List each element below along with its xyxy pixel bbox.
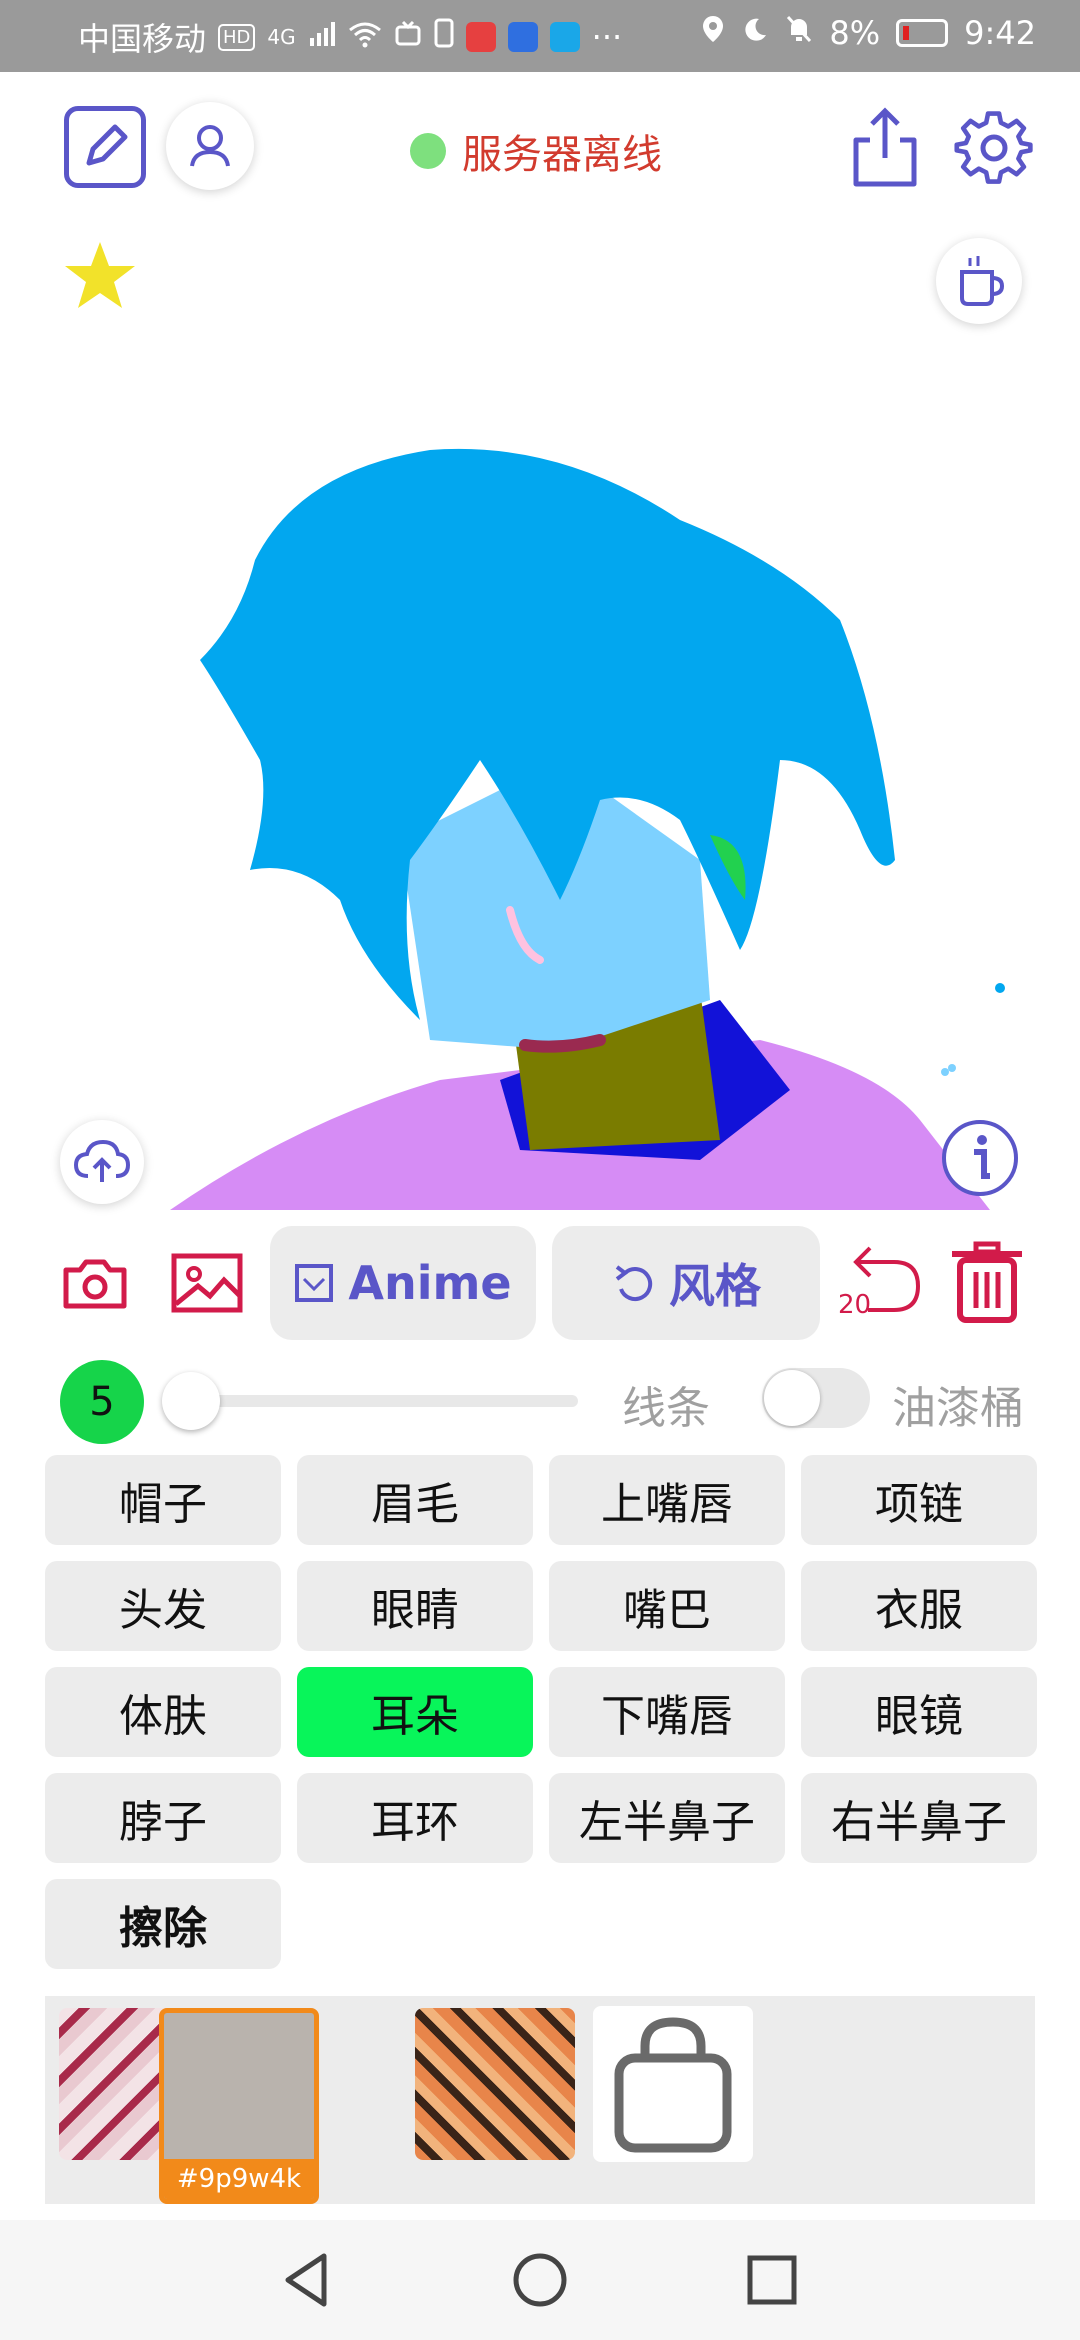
camera-button[interactable] [62, 1250, 128, 1316]
clear-button[interactable] [950, 1240, 1024, 1324]
nav-recents-button[interactable] [740, 2248, 804, 2312]
clock: 9:42 [964, 14, 1036, 52]
back-triangle-icon [285, 2253, 327, 2307]
fill-mode-toggle[interactable] [762, 1368, 870, 1428]
part-button-left-nose[interactable]: 左半鼻子 [549, 1773, 785, 1863]
baidu-app-icon [507, 22, 538, 52]
part-button-eyes[interactable]: 眼睛 [297, 1561, 533, 1651]
signal-icon [308, 18, 336, 56]
anime-button[interactable]: Anime [270, 1226, 536, 1340]
style-thumbnail-selected[interactable]: #9p9w4k [159, 2008, 319, 2204]
style-button[interactable]: 风格 [552, 1226, 820, 1340]
part-button-eyebrows[interactable]: 眉毛 [297, 1455, 533, 1545]
wifi-icon [348, 18, 382, 56]
pencil-icon [86, 124, 128, 166]
erase-button[interactable]: 擦除 [45, 1879, 281, 1969]
server-status: 服务器离线 [410, 122, 662, 180]
nav-home-button[interactable] [508, 2248, 572, 2312]
upload-button[interactable] [60, 1120, 144, 1204]
part-button-right-nose[interactable]: 右半鼻子 [801, 1773, 1037, 1863]
share-button[interactable] [848, 106, 922, 190]
part-button-hat[interactable]: 帽子 [45, 1455, 281, 1545]
book-app-icon [465, 22, 496, 52]
battery-icon [896, 19, 949, 47]
edit-button[interactable] [64, 106, 146, 188]
status-left: 中国移动 HD 4G ··· [78, 14, 622, 60]
network-label: 4G [267, 25, 296, 49]
recents-square-icon [747, 2255, 797, 2305]
part-button-earrings[interactable]: 耳环 [297, 1773, 533, 1863]
coffee-button[interactable] [936, 238, 1022, 324]
style-thumbnail-3[interactable] [415, 2008, 575, 2160]
part-button-clothes[interactable]: 衣服 [801, 1561, 1037, 1651]
selected-style-id: #9p9w4k [164, 2159, 314, 2199]
part-selector-grid: 帽子 眉毛 上嘴唇 项链 头发 眼睛 嘴巴 衣服 体肤 耳朵 下嘴唇 眼镜 脖子… [45, 1455, 1037, 1969]
system-nav-bar [0, 2220, 1080, 2340]
brush-size-slider-thumb[interactable] [162, 1372, 220, 1430]
fill-mode-toggle-knob [764, 1370, 820, 1426]
status-bar: 中国移动 HD 4G ··· 8% 9:42 [0, 0, 1080, 72]
gear-icon [954, 111, 1033, 184]
sim-icon [434, 18, 454, 56]
style-tray: #9p9w4k [45, 1996, 1035, 2204]
checkbox-icon [295, 1264, 334, 1302]
user-icon [190, 125, 230, 167]
user-button[interactable] [166, 102, 254, 190]
battery-percent: 8% [829, 14, 881, 52]
part-button-necklace[interactable]: 项链 [801, 1455, 1037, 1545]
drawing-canvas[interactable] [0, 360, 1080, 1210]
gallery-button[interactable] [170, 1250, 244, 1316]
part-button-lower-lip[interactable]: 下嘴唇 [549, 1667, 785, 1757]
line-mode-label: 线条 [622, 1383, 710, 1434]
settings-button[interactable] [954, 108, 1034, 188]
shopping-bag-icon [614, 2017, 732, 2153]
rotate-icon [615, 1265, 653, 1302]
drawing-artwork [170, 448, 1005, 1210]
home-circle-icon [513, 2253, 567, 2307]
nav-back-button[interactable] [276, 2248, 340, 2312]
info-button[interactable] [940, 1118, 1020, 1198]
info-icon [942, 1120, 1018, 1196]
server-status-dot [410, 133, 446, 169]
style-shop-button[interactable] [593, 2006, 753, 2162]
style-label: 风格 [669, 1259, 761, 1313]
tv-icon [394, 18, 422, 56]
bucket-mode-label: 油漆桶 [892, 1383, 1024, 1434]
status-right: 8% 9:42 [701, 14, 1036, 52]
part-button-hair[interactable]: 头发 [45, 1561, 281, 1651]
undo-count: 20 [838, 1290, 872, 1320]
share-icon [853, 107, 917, 187]
camera-icon [63, 1259, 127, 1309]
anime-label: Anime [348, 1256, 512, 1310]
more-indicator: ··· [591, 18, 623, 56]
part-button-skin[interactable]: 体肤 [45, 1667, 281, 1757]
part-button-neck[interactable]: 脖子 [45, 1773, 281, 1863]
part-button-ears[interactable]: 耳朵 [297, 1667, 533, 1757]
cloud-upload-icon [73, 1139, 131, 1182]
brush-size-badge: 5 [60, 1360, 144, 1444]
server-status-label: 服务器离线 [462, 132, 662, 178]
brush-size-slider[interactable] [172, 1395, 578, 1407]
trash-icon [952, 1241, 1022, 1323]
moon-icon [741, 14, 769, 52]
coffee-icon [960, 256, 1005, 306]
carrier-label: 中国移动 [78, 20, 207, 58]
part-button-upper-lip[interactable]: 上嘴唇 [549, 1455, 785, 1545]
bell-off-icon [785, 14, 813, 52]
search-app-icon [549, 22, 580, 52]
image-icon [171, 1253, 243, 1313]
location-icon [701, 14, 725, 52]
favorite-star-icon[interactable] [62, 238, 138, 314]
part-button-mouth[interactable]: 嘴巴 [549, 1561, 785, 1651]
hd-badge: HD [218, 23, 256, 51]
part-button-glasses[interactable]: 眼镜 [801, 1667, 1037, 1757]
